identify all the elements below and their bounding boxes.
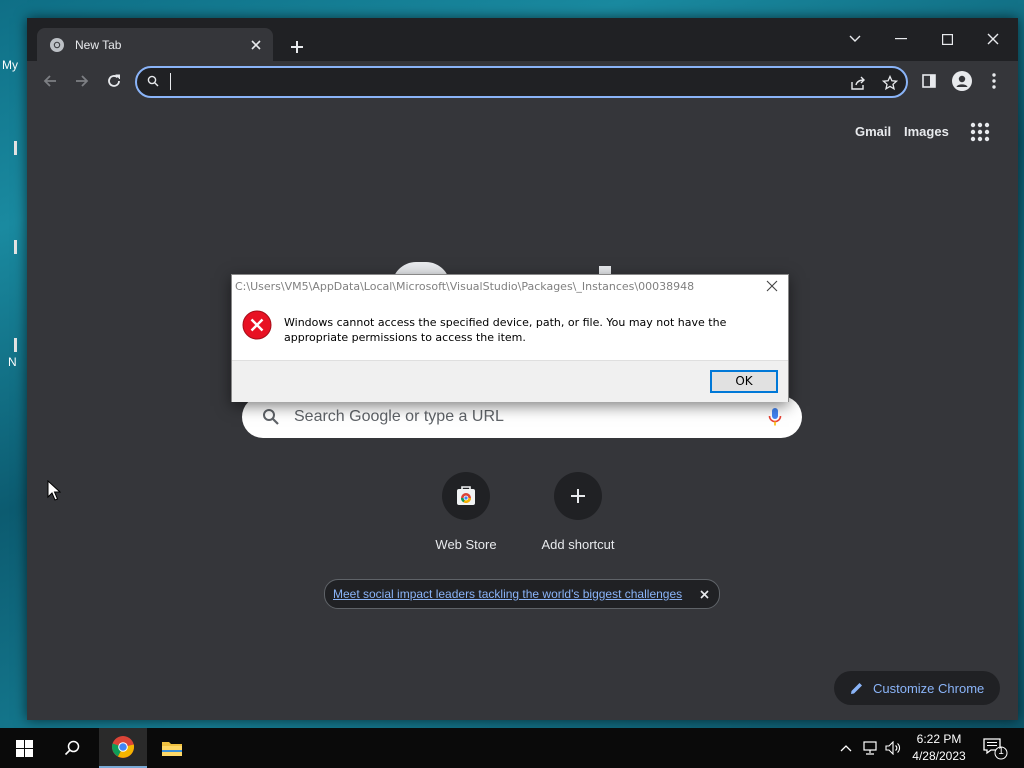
- desktop-icon-fragment: [14, 240, 17, 254]
- network-icon[interactable]: [862, 740, 878, 756]
- plus-icon: [571, 489, 585, 503]
- dialog-close-icon[interactable]: [766, 280, 780, 294]
- dialog-title: C:\Users\VM5\AppData\Local\Microsoft\Vis…: [235, 280, 695, 293]
- images-link[interactable]: Images: [904, 124, 949, 139]
- add-shortcut-tile: [554, 472, 602, 520]
- web-store-shortcut-tile: [442, 472, 490, 520]
- address-bar[interactable]: [135, 66, 908, 98]
- ntp-search-box[interactable]: Search Google or type a URL: [242, 396, 802, 438]
- promo-banner: Meet social impact leaders tackling the …: [324, 579, 720, 609]
- volume-icon[interactable]: [885, 740, 901, 756]
- shortcut-web-store[interactable]: Web Store: [410, 472, 522, 552]
- chrome-web-store-icon: [457, 486, 475, 505]
- taskbar: 6:22 PM 4/28/2023 1: [0, 728, 1024, 768]
- tab-new-tab[interactable]: New Tab: [37, 28, 273, 61]
- new-tab-button[interactable]: [286, 36, 308, 58]
- maximize-button[interactable]: [929, 26, 965, 52]
- notification-count: 1: [998, 746, 1004, 757]
- kebab-menu-icon[interactable]: [984, 71, 1004, 91]
- tab-title: New Tab: [75, 37, 122, 52]
- search-icon: [147, 74, 159, 92]
- desktop-icon-fragment: [14, 338, 17, 352]
- reload-icon[interactable]: [102, 69, 126, 93]
- search-placeholder: Search Google or type a URL: [294, 408, 504, 425]
- mouse-cursor-icon: [47, 480, 61, 501]
- tab-search-chevron-icon[interactable]: [837, 26, 873, 52]
- error-dialog: C:\Users\VM5\AppData\Local\Microsoft\Vis…: [231, 274, 789, 402]
- show-hidden-icons-chevron-icon[interactable]: [838, 740, 854, 756]
- minimize-button[interactable]: [883, 26, 919, 52]
- clock-time: 6:22 PM: [916, 732, 962, 746]
- action-center-button[interactable]: 1: [982, 736, 1008, 760]
- tab-close-icon[interactable]: [247, 36, 265, 54]
- gmail-link[interactable]: Gmail: [855, 124, 891, 139]
- share-icon[interactable]: [849, 74, 867, 92]
- microphone-icon[interactable]: [768, 407, 782, 427]
- google-apps-grid-icon[interactable]: [970, 122, 990, 142]
- back-arrow-icon[interactable]: [38, 69, 62, 93]
- browser-toolbar: [27, 61, 1018, 101]
- dialog-message: Windows cannot access the specified devi…: [284, 316, 727, 344]
- system-clock[interactable]: 6:22 PM 4/28/2023: [906, 731, 972, 765]
- side-panel-icon[interactable]: [919, 71, 939, 91]
- error-icon: [242, 310, 272, 340]
- start-button[interactable]: [0, 728, 48, 768]
- desktop-icon-label[interactable]: My: [2, 58, 18, 72]
- desktop-icon-label[interactable]: N: [8, 355, 17, 369]
- search-button[interactable]: [48, 728, 96, 768]
- shortcut-label: Web Store: [435, 537, 497, 552]
- search-icon: [64, 740, 80, 756]
- chrome-logo-icon: [112, 736, 135, 758]
- search-icon: [262, 408, 280, 426]
- ok-button[interactable]: OK: [710, 370, 778, 393]
- bookmark-star-icon[interactable]: [881, 74, 899, 92]
- shortcut-add[interactable]: Add shortcut: [522, 472, 634, 552]
- taskbar-chrome-button[interactable]: [99, 728, 147, 768]
- promo-link[interactable]: Meet social impact leaders tackling the …: [333, 587, 695, 601]
- customize-chrome-button[interactable]: Customize Chrome: [834, 671, 1000, 705]
- text-caret: [170, 73, 171, 90]
- customize-chrome-label: Customize Chrome: [873, 680, 985, 696]
- shortcut-label: Add shortcut: [541, 537, 615, 552]
- dialog-footer: OK: [232, 360, 788, 402]
- address-input[interactable]: [169, 72, 829, 92]
- clock-date: 4/28/2023: [912, 749, 966, 763]
- pencil-icon: [850, 681, 864, 695]
- windows-logo-icon: [15, 739, 33, 757]
- forward-arrow-icon[interactable]: [70, 69, 94, 93]
- taskbar-file-explorer-button[interactable]: [148, 728, 196, 768]
- chrome-favicon-icon: [49, 37, 65, 53]
- folder-icon: [162, 742, 182, 756]
- tab-strip: New Tab: [27, 18, 1018, 61]
- profile-avatar-icon[interactable]: [952, 71, 972, 91]
- desktop-icon-fragment: [14, 141, 17, 155]
- close-window-button[interactable]: [975, 26, 1011, 52]
- promo-close-icon[interactable]: [695, 585, 713, 603]
